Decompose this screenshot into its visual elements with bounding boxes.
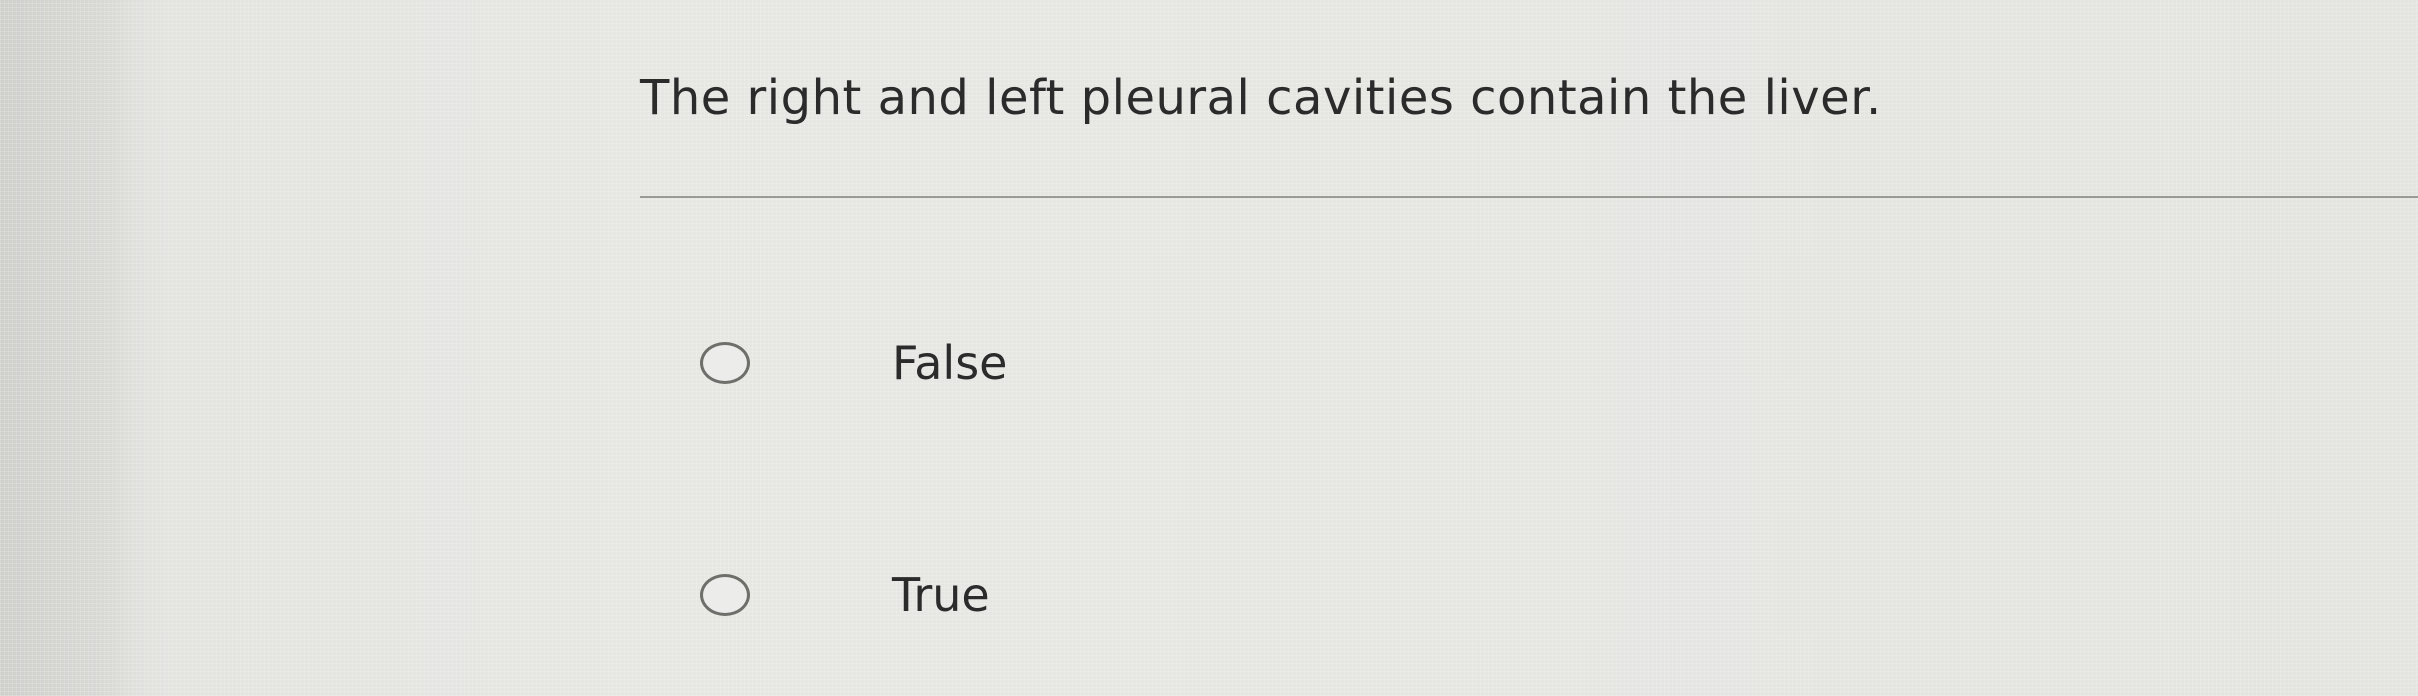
option-false[interactable]: False [700,330,1120,400]
left-margin-shade [0,0,140,696]
radio-button-true[interactable] [700,574,750,616]
option-label-true: True [892,568,990,622]
question-divider [640,196,2418,198]
option-label-false: False [892,336,1008,390]
radio-button-false[interactable] [700,342,750,384]
question-text: The right and left pleural cavities cont… [640,70,1882,126]
option-true[interactable]: True [700,562,1120,632]
